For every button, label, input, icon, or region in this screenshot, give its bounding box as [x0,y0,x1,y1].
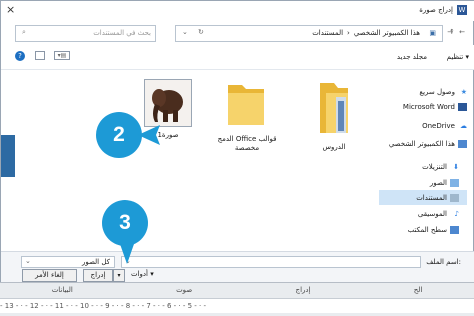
background-window-edge [1,135,15,177]
up-icon[interactable]: ↑ [449,28,455,36]
search-icon: ⌕ [22,28,26,36]
image-thumbnail [144,79,192,127]
search-placeholder: بحث في المستندات [93,29,151,37]
help-icon[interactable]: ? [15,51,25,61]
word-icon: W [457,5,467,15]
step-badge: 2 [96,112,142,158]
navigation-pane: ★ وصول سريع Microsoft Word ☁ OneDrive هذا … [377,71,473,251]
filename-label: اسم الملف: [426,258,461,266]
folder-icon [228,85,264,125]
preview-pane-icon[interactable] [35,51,45,60]
star-icon: ★ [460,87,467,96]
tools-button[interactable]: أدوات ▾ [131,270,154,278]
sidebar-item-documents[interactable]: المستندات [377,190,467,205]
download-icon: ⬇ [453,162,459,171]
file-item-folder-templates[interactable]: الدمج Office قوالب مخصصة [214,79,280,153]
ribbon-tab[interactable]: صوت [176,286,192,296]
breadcrumb: هذا الكمبيوتر الشخصي ‹ المستندات [312,29,420,37]
file-item-folder-lessons[interactable]: الدروس [301,79,367,152]
sidebar-item-downloads[interactable]: ⬇ التنزيلات [422,159,459,174]
file-controls: اسم الملف: ⌄ كل الصور ⌄ أدوات ▾ إدراج ▾ … [1,251,474,284]
desktop-icon [450,225,459,234]
documents-icon [450,193,459,202]
insert-button[interactable]: إدراج [83,269,113,282]
toolbar: تنظيم ▾ مجلد جديد ? ▾▤ [1,45,474,70]
filetype-select[interactable]: كل الصور ⌄ [21,256,115,268]
file-name: الدروس [322,143,346,151]
music-icon: ♪ [454,209,459,218]
badge-pointer-arrow [138,125,160,145]
new-folder-button[interactable]: مجلد جديد [397,53,427,61]
badge-pointer-arrow [120,244,134,264]
insert-picture-dialog: × إدراج صورة W → ← ↑ ▣ هذا الكمبيوتر الش… [0,0,474,284]
ribbon-tab[interactable]: إدراج [296,286,311,296]
filename-input[interactable]: ⌄ [121,256,421,268]
dropdown-icon: ⌄ [25,257,31,265]
title-area: إدراج صورة W [419,5,467,15]
refresh-icon[interactable]: ↻ [198,28,204,36]
ribbon-tab[interactable]: البيانات [52,286,73,296]
close-button[interactable]: × [6,3,15,16]
ruler: - 13 - · - 12 - · - 11 - · - 10 - · - 9 … [0,298,474,313]
sidebar-item-this-pc[interactable]: هذا الكمبيوتر الشخصي [389,136,467,151]
sidebar-item-onedrive[interactable]: ☁ OneDrive [422,118,467,133]
ruler-ticks: - 13 - · - 12 - · - 11 - · - 10 - · - 9 … [0,302,207,310]
dropdown-icon[interactable]: ⌄ [182,28,188,36]
ribbon-tab[interactable]: الح [414,286,423,296]
address-bar[interactable]: ▣ هذا الكمبيوتر الشخصي ‹ المستندات ⌄ ↻ [175,25,443,42]
cancel-button[interactable]: إلغاء الأمر [22,269,77,282]
folder-icon [320,83,348,133]
sidebar-item-desktop[interactable]: سطح المكتب [408,222,459,237]
ribbon-tabs: الح إدراج صوت البيانات [0,286,474,296]
pictures-icon [450,178,459,187]
breadcrumb-item[interactable]: المستندات [312,29,343,37]
file-list: الدروس الدمج Office قوالب مخصصة صورة1 [1,71,379,251]
sidebar-item-quick-access[interactable]: ★ وصول سريع [419,84,467,99]
chevron-icon: ‹ [347,29,350,37]
dialog-title: إدراج صورة [419,6,453,14]
sidebar-item-music[interactable]: ♪ الموسيقى [418,206,459,221]
computer-icon [458,139,467,148]
word-icon [458,102,467,111]
search-field[interactable]: بحث في المستندات ⌕ [15,25,156,42]
breadcrumb-item[interactable]: هذا الكمبيوتر الشخصي [354,29,420,37]
word-ribbon-ruler: الح إدراج صوت البيانات - 13 - · - 12 - ·… [0,282,474,316]
back-icon[interactable]: ← [459,28,465,36]
insert-dropdown-button[interactable]: ▾ [113,269,125,282]
sidebar-item-pictures[interactable]: الصور [430,175,459,190]
sidebar-item-word[interactable]: Microsoft Word [403,99,467,114]
step-badge: 3 [102,200,148,246]
cloud-icon: ☁ [460,121,467,130]
organize-button[interactable]: تنظيم ▾ [447,53,469,61]
folder-small-icon: ▣ [429,29,436,37]
view-options-icon[interactable]: ▾▤ [54,51,70,60]
elephant-icon [145,80,191,126]
file-name: الدمج Office قوالب مخصصة [217,135,277,152]
filetype-value: كل الصور [81,258,110,266]
title-bar: × إدراج صورة W [1,1,474,21]
